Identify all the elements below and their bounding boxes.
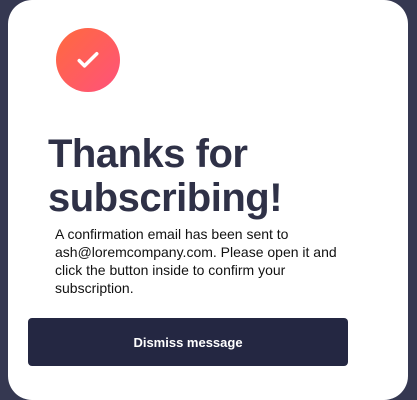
- confirmation-message: A confirmation email has been sent to as…: [55, 226, 337, 296]
- confirmation-card: Thanks for subscribing! A confirmation e…: [8, 0, 408, 400]
- confirmation-title: Thanks for subscribing!: [48, 132, 283, 220]
- success-checkmark-icon: [56, 28, 120, 92]
- dismiss-message-button[interactable]: Dismiss message: [28, 318, 348, 366]
